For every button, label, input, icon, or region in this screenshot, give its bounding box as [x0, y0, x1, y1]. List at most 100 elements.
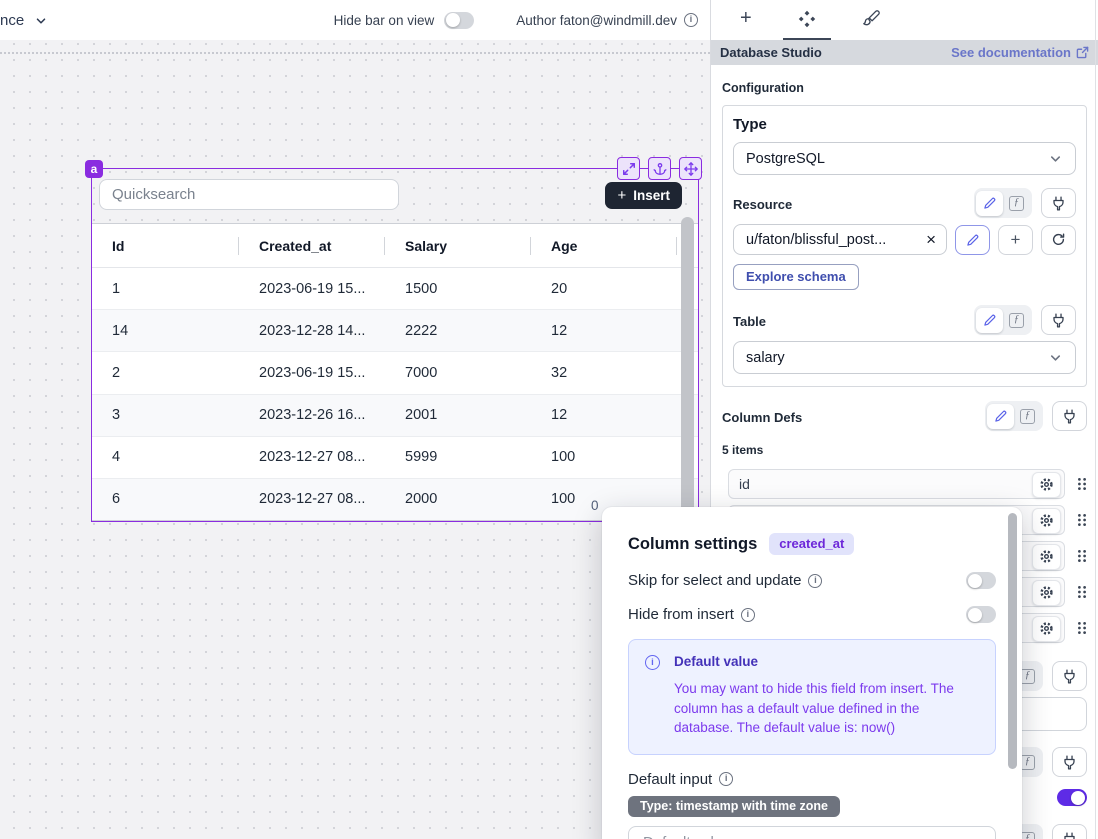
- skip-select-update-toggle[interactable]: [966, 572, 996, 589]
- tab-styling[interactable]: [847, 0, 895, 40]
- table-row[interactable]: 22023-06-19 15...700032: [92, 352, 698, 394]
- static-mode-pencil-icon[interactable]: [976, 191, 1003, 216]
- table-field-label: Table: [733, 314, 766, 335]
- column-settings-modal: Column settings created_at Skip for sele…: [602, 507, 1022, 839]
- column-header[interactable]: Salary: [385, 224, 531, 267]
- info-box-title: Default value: [674, 654, 979, 669]
- info-box-body: You may want to hide this field from ins…: [674, 679, 979, 738]
- hide-from-insert-toggle[interactable]: [966, 606, 996, 623]
- workspace-dropdown[interactable]: nce: [0, 12, 48, 29]
- insert-button[interactable]: + Insert: [605, 182, 682, 209]
- refresh-resource-button[interactable]: [1041, 225, 1076, 255]
- default-value-info-box: i Default value You may want to hide thi…: [628, 639, 996, 755]
- info-icon[interactable]: i: [684, 13, 698, 27]
- table-cell: 5999: [385, 437, 531, 478]
- configuration-box: Type PostgreSQL Resource ƒ u/faton/bliss…: [722, 105, 1087, 387]
- database-studio-component[interactable]: a + Insert IdCreated_atSalaryAge 12: [91, 168, 699, 522]
- component-id-tag: a: [85, 160, 103, 178]
- hide-bar-label: Hide bar on view: [334, 13, 435, 28]
- external-link-icon: [1076, 46, 1089, 59]
- expand-icon[interactable]: [617, 157, 640, 180]
- component-header-bar: Database Studio See documentation: [711, 40, 1098, 65]
- resource-value-input[interactable]: u/faton/blissful_post... ×: [733, 224, 947, 255]
- eval-mode-function-icon[interactable]: ƒ: [1003, 308, 1030, 333]
- table-cell: 1500: [385, 268, 531, 309]
- table-cell: 20: [531, 268, 677, 309]
- hide-from-insert-label: Hide from insert: [628, 606, 734, 623]
- column-defs-count: 5 items: [722, 443, 1087, 457]
- configuration-section-label: Configuration: [722, 81, 1087, 95]
- clear-resource-icon[interactable]: ×: [926, 231, 936, 248]
- table-cell: 2: [92, 352, 239, 393]
- edit-resource-pencil-button[interactable]: [955, 225, 990, 255]
- plus-icon: +: [617, 187, 626, 204]
- table-select[interactable]: salary: [733, 341, 1076, 374]
- connect-plug-icon[interactable]: [1052, 824, 1087, 839]
- canvas-boundary-line: [0, 52, 710, 54]
- data-table: IdCreated_atSalaryAge 12023-06-19 15...1…: [92, 223, 698, 521]
- table-row[interactable]: 12023-06-19 15...150020: [92, 268, 698, 310]
- table-cell: 2023-12-27 08...: [239, 479, 385, 520]
- table-cell: 2023-06-19 15...: [239, 268, 385, 309]
- table-cell: 7000: [385, 352, 531, 393]
- drag-handle-icon[interactable]: [1077, 621, 1087, 635]
- table-row[interactable]: 142023-12-28 14...222212: [92, 310, 698, 352]
- connect-plug-icon[interactable]: [1041, 188, 1076, 218]
- column-name-badge: created_at: [769, 533, 854, 555]
- anchor-icon[interactable]: [648, 157, 671, 180]
- table-row[interactable]: 42023-12-27 08...5999100: [92, 437, 698, 479]
- quicksearch-input[interactable]: [99, 179, 399, 210]
- column-settings-gear-icon[interactable]: [1032, 544, 1061, 570]
- connect-plug-icon[interactable]: [1052, 661, 1087, 691]
- modal-scrollbar[interactable]: [1008, 513, 1017, 769]
- column-header[interactable]: Age: [531, 224, 677, 267]
- explore-schema-button[interactable]: Explore schema: [733, 264, 859, 290]
- column-settings-gear-icon[interactable]: [1032, 616, 1061, 642]
- drag-handle-icon[interactable]: [1077, 549, 1087, 563]
- column-settings-gear-icon[interactable]: [1032, 580, 1061, 606]
- drag-handle-icon[interactable]: [1077, 513, 1087, 527]
- column-settings-gear-icon[interactable]: [1032, 508, 1061, 534]
- column-header[interactable]: Id: [92, 224, 239, 267]
- see-documentation-link[interactable]: See documentation: [951, 45, 1089, 60]
- static-mode-pencil-icon[interactable]: [987, 404, 1014, 429]
- connect-plug-icon[interactable]: [1041, 305, 1076, 335]
- author-label: Author faton@windmill.dev: [516, 13, 677, 28]
- info-icon[interactable]: i: [808, 574, 822, 588]
- add-resource-button[interactable]: +: [998, 225, 1033, 255]
- column-def-input[interactable]: id: [728, 469, 1065, 499]
- default-value-input[interactable]: [628, 826, 996, 839]
- type-select[interactable]: PostgreSQL: [733, 142, 1076, 175]
- workspace-label: nce: [0, 12, 24, 29]
- column-defs-mode-segment: ƒ: [985, 401, 1043, 431]
- info-icon: i: [645, 655, 660, 670]
- tab-insert-component[interactable]: +: [725, 0, 767, 40]
- column-type-badge: Type: timestamp with time zone: [628, 796, 840, 817]
- feature-toggle-on[interactable]: [1057, 789, 1087, 806]
- table-body: 12023-06-19 15...150020142023-12-28 14..…: [92, 268, 698, 520]
- tab-component-settings[interactable]: [783, 0, 831, 40]
- paintbrush-icon: [862, 10, 880, 28]
- column-settings-gear-icon[interactable]: [1032, 472, 1061, 498]
- connect-plug-icon[interactable]: [1052, 401, 1087, 431]
- modal-title: Column settings: [628, 535, 757, 554]
- eval-mode-function-icon[interactable]: ƒ: [1014, 404, 1041, 429]
- drag-handle-icon[interactable]: [1077, 477, 1087, 491]
- column-header[interactable]: Created_at: [239, 224, 385, 267]
- component-type-title: Database Studio: [720, 45, 822, 60]
- connect-plug-icon[interactable]: [1052, 747, 1087, 777]
- info-icon[interactable]: i: [741, 608, 755, 622]
- hide-bar-toggle[interactable]: [444, 12, 474, 29]
- drag-handle-icon[interactable]: [1077, 585, 1087, 599]
- chevron-down-icon: [1048, 151, 1063, 166]
- static-mode-pencil-icon[interactable]: [976, 308, 1003, 333]
- move-icon[interactable]: [679, 157, 702, 180]
- info-icon[interactable]: i: [719, 772, 733, 786]
- plus-icon: +: [740, 8, 752, 28]
- table-row[interactable]: 32023-12-26 16...200112: [92, 395, 698, 437]
- eval-mode-function-icon[interactable]: ƒ: [1003, 191, 1030, 216]
- table-cell: 6: [92, 479, 239, 520]
- table-scrollbar[interactable]: [681, 217, 694, 515]
- table-cell: 2023-12-28 14...: [239, 310, 385, 351]
- table-cell: 2023-12-26 16...: [239, 395, 385, 436]
